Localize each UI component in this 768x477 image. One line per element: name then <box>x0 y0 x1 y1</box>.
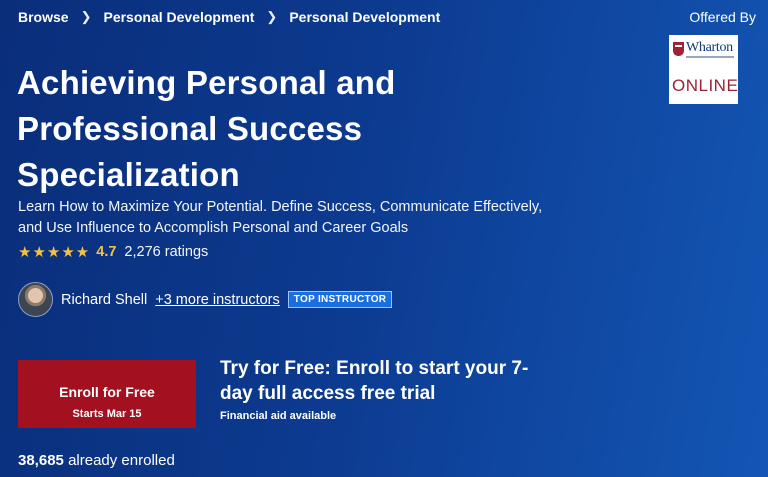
rating-value: 4.7 <box>96 244 117 260</box>
rating-stars-icon: ★★★★★ <box>18 244 91 261</box>
chevron-right-icon: ❯ <box>80 9 92 24</box>
wharton-online-logo[interactable]: Wharton ONLINE <box>669 35 738 104</box>
course-rating: ★★★★★ 4.7 2,276 ratings <box>18 243 208 261</box>
avatar[interactable] <box>18 282 53 317</box>
breadcrumb-subcategory[interactable]: Personal Development <box>289 9 440 25</box>
enroll-start-date: Starts Mar 15 <box>72 407 142 420</box>
enroll-button[interactable]: Enroll for Free Starts Mar 15 <box>18 360 196 428</box>
financial-aid-link[interactable]: Financial aid available <box>220 410 336 422</box>
trial-line-2: day full access free trial <box>220 383 436 404</box>
breadcrumb: Browse ❯ Personal Development ❯ Personal… <box>18 9 440 25</box>
partner-online-label: ONLINE <box>672 76 739 95</box>
page-title: Achieving Personal and Professional Succ… <box>17 60 497 198</box>
partner-name: Wharton <box>686 40 733 55</box>
breadcrumb-browse[interactable]: Browse <box>18 9 69 25</box>
offered-by-label: Offered By <box>689 9 756 25</box>
course-description: Learn How to Maximize Your Potential. De… <box>18 197 558 239</box>
enrolled-count: 38,685 already enrolled <box>18 452 175 469</box>
enrolled-number: 38,685 <box>18 452 64 469</box>
title-line-1: Achieving Personal and <box>17 64 396 101</box>
more-instructors-link[interactable]: +3 more instructors <box>155 292 280 308</box>
instructor-name[interactable]: Richard Shell <box>61 292 147 308</box>
title-line-3: Specialization <box>17 156 240 193</box>
enrolled-text: already enrolled <box>68 452 175 469</box>
free-trial-text: Try for Free: Enroll to start your 7- da… <box>220 356 570 406</box>
breadcrumb-category[interactable]: Personal Development <box>103 9 254 25</box>
chevron-right-icon: ❯ <box>266 9 278 24</box>
title-line-2: Professional Success <box>17 110 363 147</box>
logo-subtitle-line <box>686 56 734 58</box>
description-line-2: and Use Influence to Accomplish Personal… <box>18 220 409 236</box>
trial-line-1: Try for Free: Enroll to start your 7- <box>220 358 529 379</box>
wharton-crest-icon <box>673 42 684 56</box>
enroll-label: Enroll for Free <box>59 383 155 400</box>
top-instructor-badge: TOP INSTRUCTOR <box>287 291 393 308</box>
rating-count: 2,276 ratings <box>124 244 209 260</box>
instructors-row: Richard Shell +3 more instructors TOP IN… <box>18 282 393 317</box>
description-line-1: Learn How to Maximize Your Potential. De… <box>18 199 543 215</box>
